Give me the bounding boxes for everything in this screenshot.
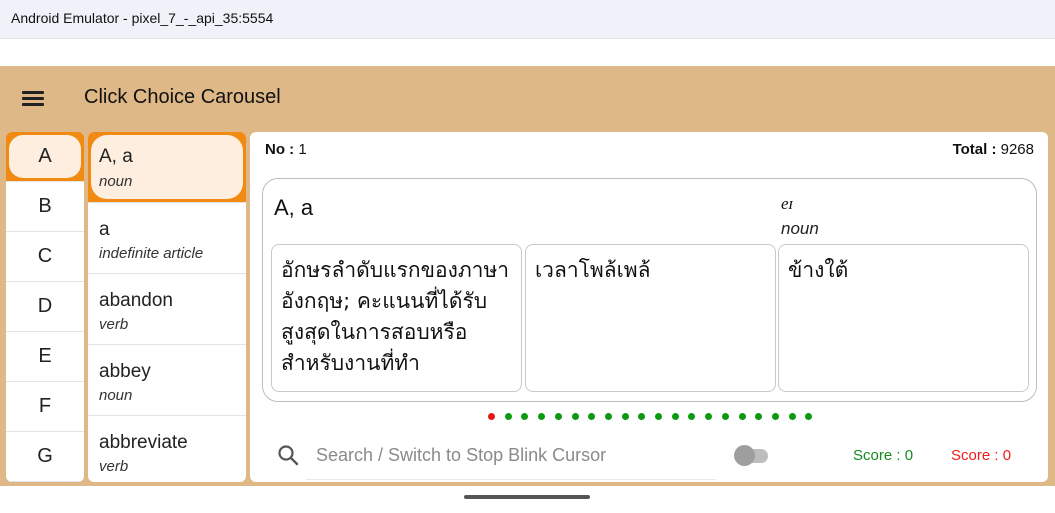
hamburger-menu-icon[interactable] (16, 84, 48, 112)
toggle-thumb (734, 445, 755, 466)
wrong-score-value: 0 (1002, 447, 1012, 464)
choice-card[interactable]: เวลาโพล้เพล้ (525, 244, 776, 392)
wrong-score: Score : 0 (951, 447, 1011, 464)
question-number-value: 1 (298, 141, 307, 158)
letter-label: D (37, 295, 53, 317)
carousel-dot[interactable] (588, 413, 596, 420)
letter-item[interactable]: F (6, 382, 84, 432)
carousel-dot[interactable] (721, 413, 729, 420)
status-bar-area (0, 39, 1055, 66)
app-title: Click Choice Carousel (84, 86, 281, 108)
word-item[interactable]: A, a noun (88, 132, 246, 203)
carousel-dot[interactable] (738, 413, 746, 420)
quiz-panel: No : 1 Total : 9268 A, a eɪ noun อักษรลำ… (250, 132, 1048, 482)
correct-score-label: Score : (853, 447, 901, 464)
card-pronunciation: eɪ (781, 194, 794, 213)
search-icon[interactable] (276, 443, 300, 467)
total-count-label: Total : (952, 141, 997, 158)
letter-label: A (38, 145, 52, 167)
question-card: A, a eɪ noun อักษรลำดับแรกของภาษาอังกฤษ;… (262, 178, 1037, 402)
carousel-dot[interactable] (805, 413, 813, 420)
app-bar: Click Choice Carousel (0, 66, 1055, 130)
total-count: Total : 9268 (953, 141, 1034, 158)
question-number: No : 1 (265, 141, 307, 158)
carousel-dot[interactable] (771, 413, 779, 420)
word-text: A, a (99, 146, 133, 167)
word-part-of-speech: noun (99, 387, 133, 404)
wrong-score-label: Score : (951, 447, 999, 464)
letter-label: E (38, 345, 52, 367)
word-part-of-speech: verb (99, 316, 129, 333)
total-count-value: 9268 (1000, 141, 1034, 158)
carousel-dot[interactable] (655, 413, 662, 420)
word-text: abandon (99, 290, 173, 311)
choice-card[interactable]: อักษรลำดับแรกของภาษาอังกฤษ; คะแนนที่ได้ร… (271, 244, 522, 392)
search-underline (306, 479, 716, 480)
letter-item[interactable]: A (6, 132, 84, 182)
letter-item[interactable]: D (6, 282, 84, 332)
word-text: abbey (99, 361, 151, 382)
choice-text: ข้างใต้ (788, 258, 849, 282)
search-bar: Score : 0 Score : 0 (250, 432, 1048, 482)
word-part-of-speech: indefinite article (99, 245, 204, 262)
system-navigation-bar (0, 486, 1055, 513)
word-item[interactable]: abandon verb (88, 274, 246, 345)
letter-item[interactable]: G (6, 432, 84, 482)
correct-score-value: 0 (904, 447, 914, 464)
word-item[interactable]: abbey noun (88, 345, 246, 416)
choice-card[interactable]: ข้างใต้ (778, 244, 1029, 392)
word-item[interactable]: a indefinite article (88, 203, 246, 274)
question-number-label: No : (265, 141, 295, 158)
gesture-handle[interactable] (464, 495, 590, 499)
word-part-of-speech: verb (99, 458, 129, 475)
letter-label: C (37, 245, 53, 267)
word-list[interactable]: A, a noun a indefinite article abandon v… (88, 132, 246, 482)
carousel-dot[interactable] (571, 413, 579, 420)
choice-text: เวลาโพล้เพล้ (535, 258, 651, 282)
carousel-dot[interactable] (671, 413, 679, 420)
letter-item[interactable]: E (6, 332, 84, 382)
carousel-dot[interactable] (788, 413, 796, 420)
letter-item[interactable]: C (6, 232, 84, 282)
letter-item[interactable]: B (6, 182, 84, 232)
window-title: Android Emulator - pixel_7_-_api_35:5554 (11, 10, 274, 26)
carousel-dot[interactable] (538, 413, 546, 420)
carousel-dot[interactable] (621, 413, 629, 420)
letter-label: B (38, 195, 52, 217)
word-item[interactable]: abbreviate verb (88, 416, 246, 482)
word-part-of-speech: noun (99, 173, 133, 190)
carousel-dot[interactable] (638, 413, 646, 420)
letter-label: F (38, 395, 52, 417)
carousel-dot[interactable] (755, 413, 763, 420)
letter-index-list[interactable]: A B C D E F G (6, 132, 84, 482)
letter-label: G (37, 445, 53, 467)
carousel-dot[interactable] (504, 413, 512, 420)
choice-text: อักษรลำดับแรกของภาษาอังกฤษ; คะแนนที่ได้ร… (281, 258, 510, 375)
word-text: abbreviate (99, 432, 188, 453)
card-word: A, a (274, 195, 314, 220)
carousel-dot[interactable] (604, 413, 612, 420)
carousel-dot[interactable] (688, 413, 696, 420)
carousel-dot-active[interactable] (488, 413, 495, 420)
window-titlebar: Android Emulator - pixel_7_-_api_35:5554 (0, 0, 1055, 39)
blink-cursor-toggle[interactable] (732, 444, 772, 466)
word-text: a (99, 219, 110, 240)
carousel-dot[interactable] (554, 413, 562, 420)
correct-score: Score : 0 (853, 447, 913, 464)
carousel-dot[interactable] (705, 413, 713, 420)
card-part-of-speech: noun (781, 219, 819, 238)
app-screen: Click Choice Carousel A B C D E F G A, a… (0, 66, 1055, 486)
carousel-dot[interactable] (521, 413, 529, 420)
search-input[interactable] (314, 438, 718, 472)
